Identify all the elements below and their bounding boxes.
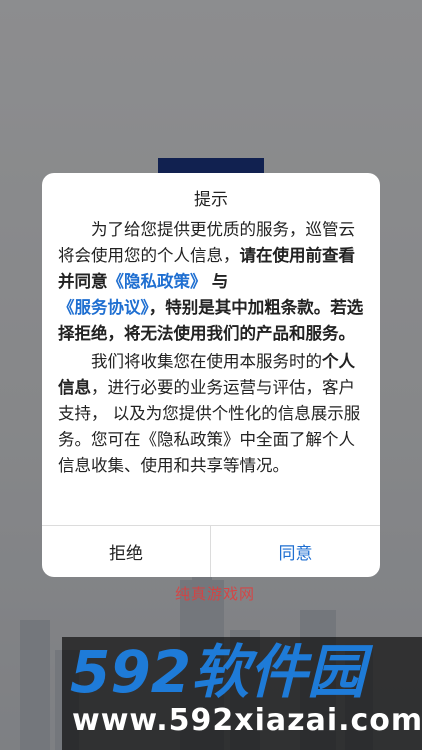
logo-text: 592软件园 (70, 640, 374, 702)
privacy-paragraph-1: 为了给您提供更优质的服务，巡管云将会使用您的个人信息，请在使用前查看并同意《隐私… (58, 217, 364, 347)
reject-button[interactable]: 拒绝 (42, 526, 210, 577)
para2-text-2: ，进行必要的业务运营与评估，客户支持， 以及为您提供个性化的信息展示服务。您可在… (58, 378, 361, 475)
privacy-dialog: 提示 为了给您提供更优质的服务，巡管云将会使用您的个人信息，请在使用前查看并同意… (42, 173, 380, 577)
privacy-paragraph-2: 我们将收集您在使用本服务时的个人信息，进行必要的业务运营与评估，客户支持， 以及… (58, 349, 364, 479)
privacy-policy-link[interactable]: 《隐私政策》 (108, 272, 207, 291)
dialog-title: 提示 (194, 190, 228, 210)
para2-text-1: 我们将收集您在使用本服务时的 (91, 352, 322, 371)
watermark-logo: 592软件园 (70, 640, 374, 702)
watermark-text: 纯真游戏网 (175, 585, 256, 603)
dialog-body: 为了给您提供更优质的服务，巡管云将会使用您的个人信息，请在使用前查看并同意《隐私… (58, 217, 364, 479)
agree-button[interactable]: 同意 (211, 526, 380, 577)
para1-bold-2: 与 (211, 272, 229, 291)
watermark-url: www.592xiazai.com (72, 703, 422, 738)
service-agreement-link[interactable]: 《服务协议》 (58, 298, 149, 317)
